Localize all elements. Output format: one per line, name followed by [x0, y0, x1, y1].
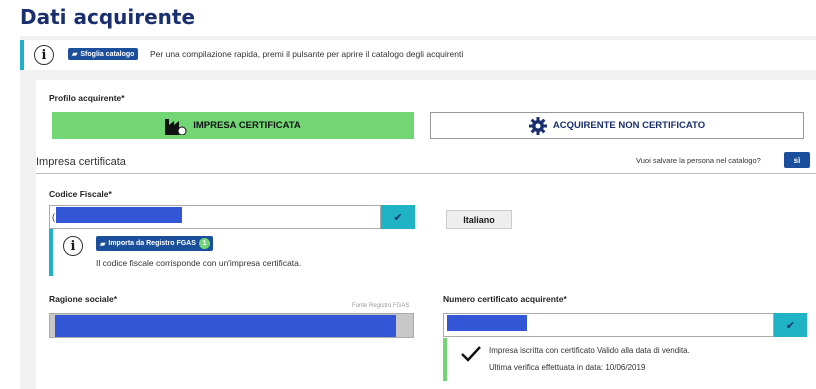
validation-line-2: Ultima verifica effettuata in data: 10/0…	[489, 363, 646, 372]
section-title: Impresa certificata	[36, 156, 126, 168]
save-to-catalog-question: Vuoi salvare la persona nel catalogo?	[636, 156, 761, 165]
redacted-value	[56, 207, 182, 223]
language-button[interactable]: Italiano	[446, 210, 512, 229]
save-to-catalog-toggle[interactable]: sì	[784, 152, 810, 168]
codice-fiscale-label: Codice Fiscale*	[49, 189, 112, 199]
codice-fiscale-value: (	[52, 212, 55, 222]
ragione-sociale-field	[49, 313, 414, 338]
source-note: Fonte Registro FGAS	[352, 303, 410, 309]
info-circle-icon: i	[34, 45, 54, 65]
profile-option-certified-label: IMPRESA CERTIFICATA	[193, 120, 301, 131]
validation-line-1: Impresa iscritta con certificato Valido …	[489, 346, 690, 355]
profile-option-not-certified[interactable]: ACQUIRENTE NON CERTIFICATO	[430, 112, 804, 139]
catalog-info-bar: i ▰ Sfoglia catalogo Per una compilazion…	[20, 40, 816, 70]
book-icon: ▰	[100, 240, 106, 248]
import-fgas-label: Importa da Registro FGAS	[108, 240, 196, 247]
redacted-value	[55, 315, 396, 337]
profile-option-not-certified-label: ACQUIRENTE NON CERTIFICATO	[552, 120, 706, 131]
check-icon: ✔	[393, 211, 403, 224]
import-fgas-button[interactable]: ▰ Importa da Registro FGAS 1	[96, 236, 213, 251]
browse-catalog-button[interactable]: ▰ Sfoglia catalogo	[68, 48, 139, 60]
codice-fiscale-verify-button[interactable]: ✔	[381, 205, 415, 229]
numero-certificato-input[interactable]	[443, 313, 774, 337]
book-icon: ▰	[72, 51, 78, 58]
profile-label: Profilo acquirente*	[49, 93, 125, 103]
check-icon: ✔	[785, 319, 796, 332]
fgas-info-box: i ▰ Importa da Registro FGAS 1 Il codice…	[49, 229, 416, 276]
factory-icon	[165, 118, 187, 135]
numero-certificato-verify-button[interactable]: ✔	[774, 313, 807, 337]
profile-option-certified[interactable]: IMPRESA CERTIFICATA	[52, 112, 414, 139]
validation-success-box: Impresa iscritta con certificato Valido …	[443, 338, 807, 381]
ragione-sociale-label: Ragione sociale*	[49, 294, 118, 304]
page-title: Dati acquirente	[20, 5, 196, 29]
numero-certificato-label: Numero certificato acquirente*	[443, 294, 567, 304]
fgas-count-badge: 1	[198, 238, 210, 249]
catalog-info-text: Per una compilazione rapida, premi il pu…	[150, 49, 464, 59]
section-divider	[36, 173, 816, 174]
info-circle-icon: i	[63, 236, 83, 256]
browse-catalog-label: Sfoglia catalogo	[80, 50, 135, 58]
fgas-info-text: Il codice fiscale corrisponde con un'imp…	[96, 258, 302, 268]
page: Dati acquirente i ▰ Sfoglia catalogo Per…	[0, 0, 816, 389]
gear-icon	[528, 116, 547, 135]
codice-fiscale-input[interactable]: (	[49, 205, 381, 229]
check-icon	[461, 346, 481, 362]
redacted-value	[447, 315, 527, 331]
